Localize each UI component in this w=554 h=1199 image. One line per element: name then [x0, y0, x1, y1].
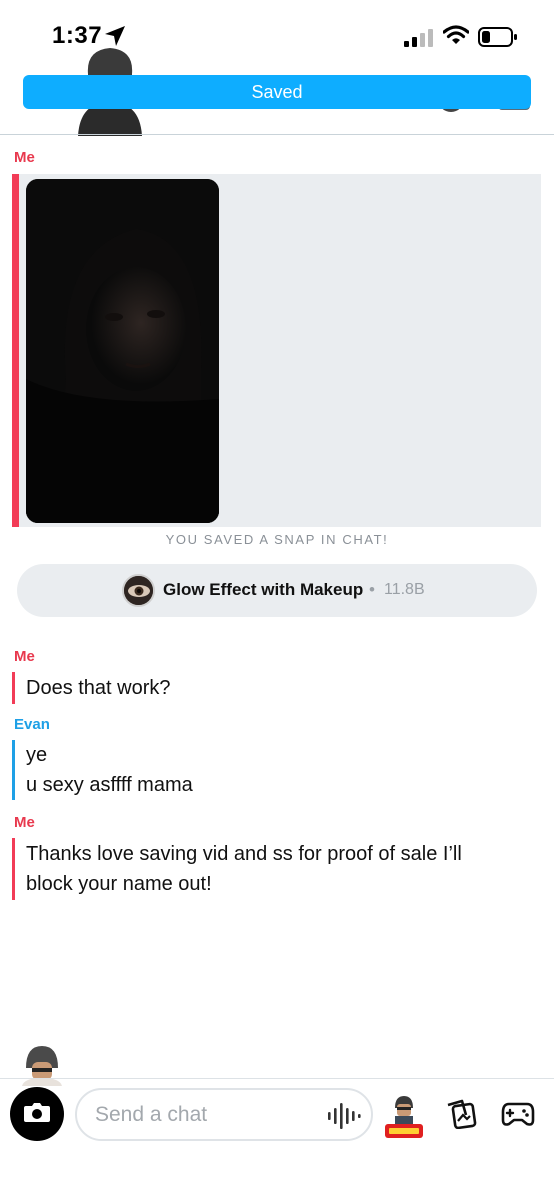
- microphone-icon[interactable]: [327, 1103, 361, 1134]
- saved-snap-message[interactable]: [12, 174, 541, 527]
- chat-composer[interactable]: [75, 1088, 373, 1141]
- lens-usage-count: 11.8B: [384, 581, 425, 598]
- composer-divider: [0, 1078, 554, 1079]
- message-text: ye: [26, 744, 48, 766]
- signal-icon: [404, 29, 434, 52]
- message-accent-bar: [12, 174, 19, 527]
- battery-icon: [478, 26, 518, 53]
- camera-icon: [23, 1100, 51, 1129]
- snap-thumbnail[interactable]: [26, 179, 219, 523]
- bitmoji-sticker-button[interactable]: [381, 1094, 427, 1140]
- friend-bitmoji: [20, 1044, 64, 1086]
- memories-icon[interactable]: [444, 1097, 478, 1134]
- message-accent-bar: [12, 740, 15, 800]
- chat-input[interactable]: [95, 1100, 315, 1130]
- message-text: block your name out!: [26, 873, 212, 895]
- sender-label: Evan: [14, 716, 50, 733]
- message-accent-bar: [12, 838, 15, 900]
- camera-button[interactable]: [10, 1087, 64, 1141]
- message-text: Does that work?: [26, 677, 171, 699]
- lens-chip[interactable]: Glow Effect with Makeup • 11.8B: [17, 564, 537, 617]
- lens-name: Glow Effect with Makeup: [163, 580, 364, 599]
- sender-label: Me: [14, 149, 35, 166]
- header-divider: [0, 134, 554, 135]
- saved-banner: Saved: [23, 75, 531, 109]
- saved-snap-note: YOU SAVED A SNAP IN CHAT!: [165, 532, 389, 547]
- chat-screen: 1:37 Saved Me YOU SAVED A SNAP IN CHAT! …: [0, 0, 554, 1199]
- lens-thumbnail: [122, 574, 155, 607]
- games-icon[interactable]: [501, 1100, 535, 1133]
- sender-label: Me: [14, 648, 35, 665]
- sender-label: Me: [14, 814, 35, 831]
- lens-separator: •: [369, 580, 375, 599]
- message-accent-bar: [12, 672, 15, 704]
- wifi-icon: [442, 25, 470, 50]
- message-text: Thanks love saving vid and ss for proof …: [26, 843, 462, 865]
- message-text: u sexy asffff mama: [26, 774, 193, 796]
